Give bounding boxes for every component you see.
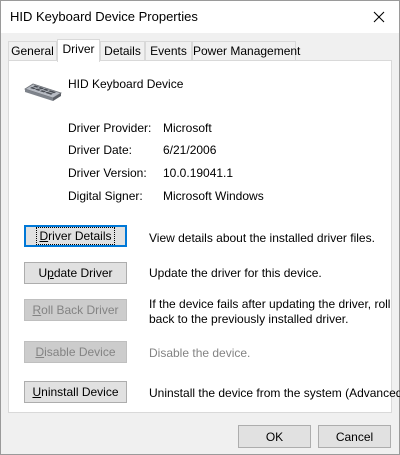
tab-bar: General Driver Details Events Power Mana…: [8, 39, 388, 62]
update-driver-description: Update the driver for this device.: [149, 266, 322, 280]
close-icon: [373, 11, 385, 23]
button-label: Uninstall Device: [32, 385, 118, 399]
accelerator-key: D: [39, 229, 49, 243]
properties-dialog: HID Keyboard Device Properties General D…: [0, 0, 400, 455]
button-label-prefix: U: [38, 266, 48, 280]
tab-label: Power Management: [193, 44, 301, 58]
digital-signer-label: Digital Signer:: [68, 189, 143, 203]
uninstall-device-button[interactable]: Uninstall Device: [24, 381, 127, 403]
uninstall-device-description: Uninstall the device from the system (Ad…: [149, 386, 400, 400]
driver-tab-panel: HID Keyboard Device Driver Provider: Mic…: [8, 60, 400, 413]
button-label: Roll Back Driver: [32, 303, 118, 317]
driver-details-button[interactable]: Driver Details: [24, 225, 127, 247]
disable-device-button[interactable]: Disable Device: [24, 341, 127, 363]
device-name: HID Keyboard Device: [68, 77, 184, 91]
tab-details[interactable]: Details: [100, 41, 145, 61]
driver-provider-label: Driver Provider:: [68, 121, 152, 135]
tab-general[interactable]: General: [8, 41, 57, 61]
accelerator-key: U: [32, 385, 42, 399]
tab-driver[interactable]: Driver: [57, 39, 100, 62]
tab-label: Driver: [62, 42, 95, 56]
ok-label: OK: [265, 429, 284, 444]
button-label: Driver Details: [36, 227, 115, 245]
tab-label: Details: [104, 44, 141, 58]
tab-power-management[interactable]: Power Management: [192, 41, 300, 61]
driver-provider-value: Microsoft: [163, 121, 212, 135]
driver-details-description: View details about the installed driver …: [149, 231, 375, 245]
button-label-rest: date Driver: [53, 266, 113, 280]
roll-back-driver-button[interactable]: Roll Back Driver: [24, 299, 127, 321]
tab-label: General: [11, 44, 54, 58]
tab-events[interactable]: Events: [145, 41, 192, 61]
title-bar[interactable]: HID Keyboard Device Properties: [1, 1, 399, 33]
accelerator-key: D: [35, 345, 45, 359]
button-label-rest: oll Back Driver: [41, 303, 119, 317]
button-label: Disable Device: [35, 345, 115, 359]
roll-back-description-line2: back to the previously installed driver.: [149, 312, 349, 326]
window-title: HID Keyboard Device Properties: [10, 9, 198, 24]
disable-device-description: Disable the device.: [149, 346, 251, 360]
cancel-button[interactable]: Cancel: [318, 425, 391, 448]
close-button[interactable]: [359, 1, 399, 33]
ok-button[interactable]: OK: [238, 425, 311, 448]
button-label-rest: river Details: [48, 229, 112, 243]
button-label-rest: ninstall Device: [41, 385, 119, 399]
accelerator-key: p: [47, 266, 54, 280]
accelerator-key: R: [32, 303, 42, 317]
tab-label: Events: [150, 44, 187, 58]
driver-date-label: Driver Date:: [68, 143, 133, 157]
keyboard-icon: [24, 83, 62, 101]
update-driver-button[interactable]: Update Driver: [24, 262, 127, 284]
driver-date-value: 6/21/2006: [163, 143, 217, 157]
cancel-label: Cancel: [335, 429, 374, 444]
button-label-rest: isable Device: [44, 345, 116, 359]
driver-version-label: Driver Version:: [68, 166, 147, 180]
roll-back-description-line1: If the device fails after updating the d…: [149, 297, 391, 311]
driver-version-value: 10.0.19041.1: [163, 166, 234, 180]
digital-signer-value: Microsoft Windows: [163, 189, 264, 203]
button-label: Update Driver: [38, 266, 112, 280]
